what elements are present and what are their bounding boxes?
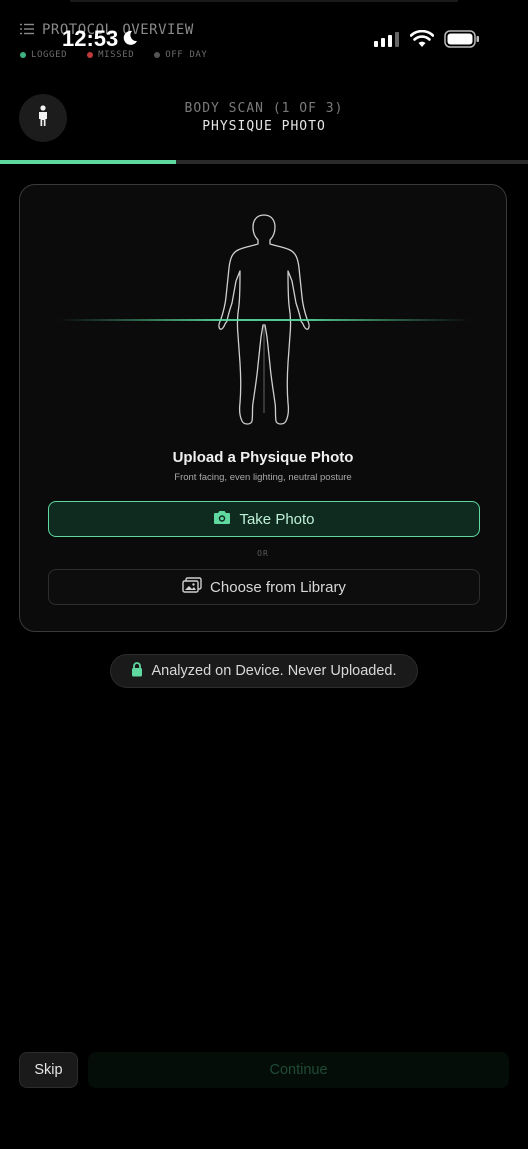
choose-from-library-button[interactable]: Choose from Library [48,569,480,605]
page-title: PHYSIQUE PHOTO [202,119,326,134]
skip-button[interactable]: Skip [19,1052,78,1088]
upload-subtitle: Front facing, even lighting, neutral pos… [174,472,352,483]
choose-from-library-label: Choose from Library [210,578,346,596]
or-divider: OR [257,549,269,558]
skip-label: Skip [34,1062,63,1078]
body-outline-illustration [218,214,310,425]
moon-icon [122,26,138,52]
continue-label: Continue [269,1062,328,1078]
privacy-badge: Analyzed on Device. Never Uploaded. [110,654,418,688]
upload-title: Upload a Physique Photo [172,449,354,466]
status-bar: 12:53 [0,0,528,80]
take-photo-label: Take Photo [239,510,315,528]
photo-library-icon [182,577,202,597]
scan-progress-bar [0,160,528,164]
clock-label: 12:53 [62,26,119,51]
continue-button[interactable]: Continue [88,1052,509,1088]
battery-icon [444,30,480,53]
scan-line [58,319,470,321]
status-icons [374,29,480,53]
top-divider [70,0,458,2]
scan-header: BODY SCAN (1 OF 3) PHYSIQUE PHOTO [0,101,528,134]
camera-icon [213,510,231,529]
step-label: BODY SCAN (1 OF 3) [184,101,344,116]
upload-card: Upload a Physique Photo Front facing, ev… [19,184,507,632]
scan-progress-fill [0,160,176,164]
take-photo-button[interactable]: Take Photo [48,501,480,537]
privacy-label: Analyzed on Device. Never Uploaded. [151,663,397,679]
lock-icon [131,661,143,681]
status-time: 12:53 [62,26,138,52]
wifi-icon [409,29,435,53]
cellular-signal-icon [374,31,400,52]
